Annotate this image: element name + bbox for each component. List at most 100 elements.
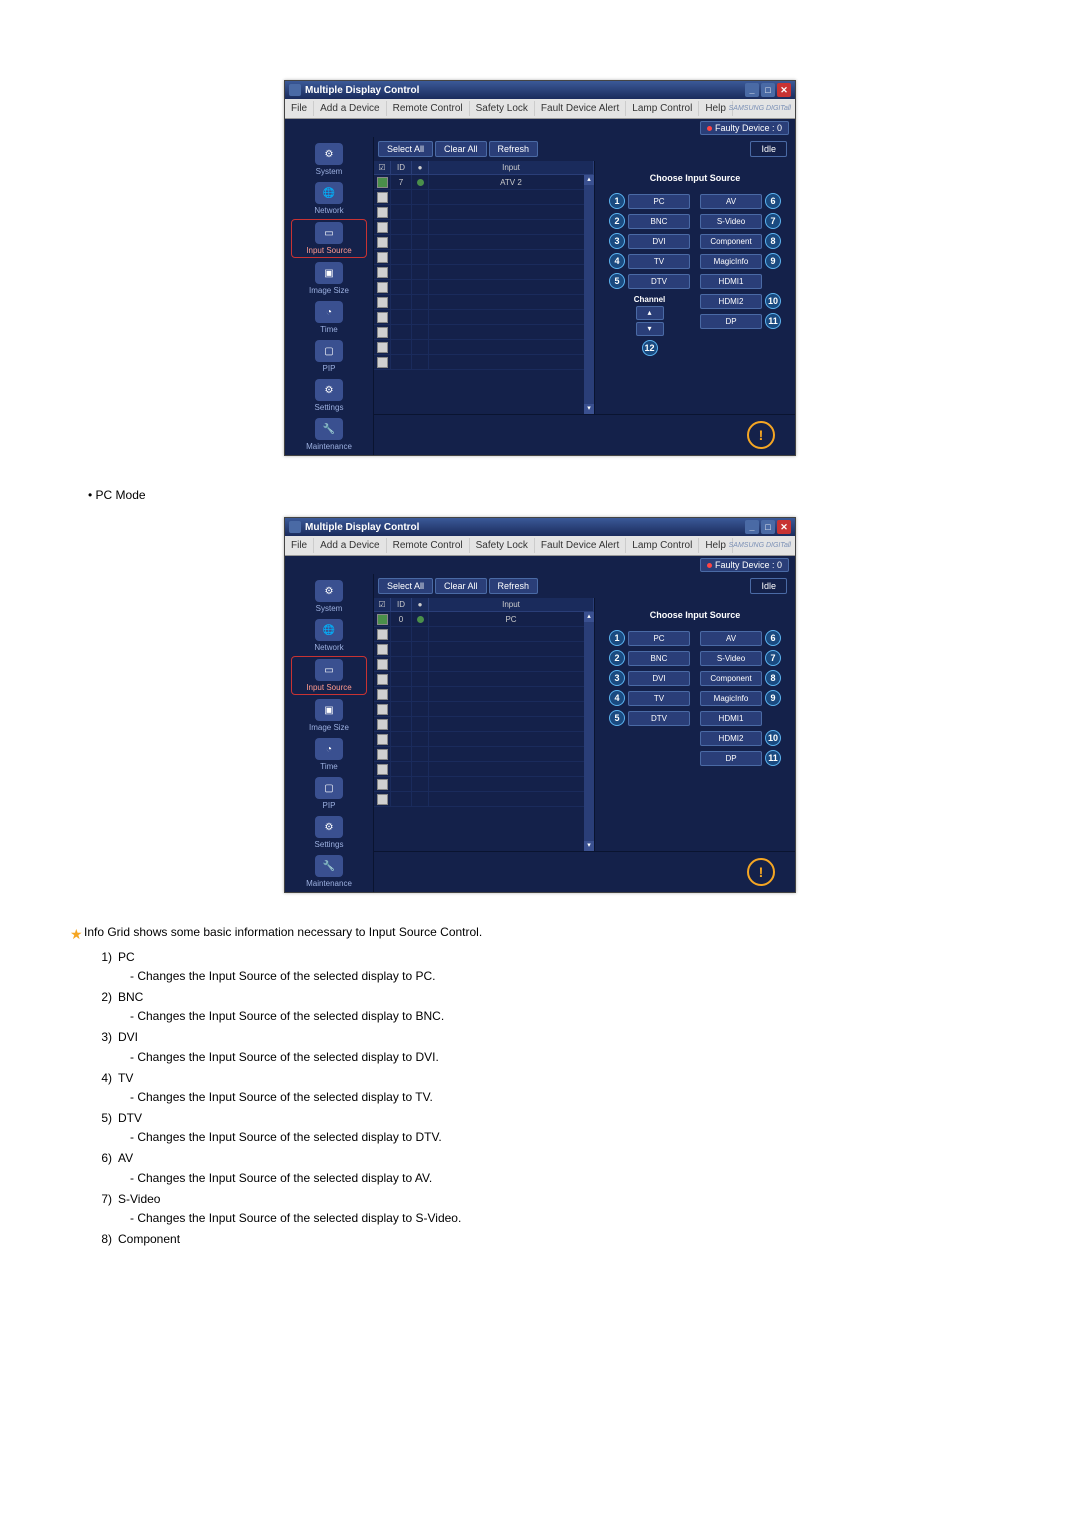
svideo-button[interactable]: S-Video <box>700 651 762 666</box>
bnc-button[interactable]: BNC <box>628 651 690 666</box>
sidebar-image-size[interactable]: ▣Image Size <box>292 260 366 297</box>
maximize-button[interactable]: □ <box>761 83 775 97</box>
sidebar-input-source[interactable]: ▭Input Source <box>291 219 367 258</box>
menu-fault-alert[interactable]: Fault Device Alert <box>535 101 626 116</box>
row-checkbox[interactable] <box>377 659 388 670</box>
scroll-down-icon[interactable]: ▾ <box>584 404 594 414</box>
minimize-button[interactable]: _ <box>745 520 759 534</box>
hdmi2-button[interactable]: HDMI2 <box>700 731 762 746</box>
refresh-button[interactable]: Refresh <box>489 578 539 594</box>
row-checkbox[interactable] <box>377 629 388 640</box>
hdmi1-button[interactable]: HDMI1 <box>700 274 762 289</box>
row-checkbox[interactable] <box>377 689 388 700</box>
component-button[interactable]: Component <box>700 671 762 686</box>
dvi-button[interactable]: DVI <box>628 234 690 249</box>
grid-row[interactable]: 7 ATV 2 <box>374 175 594 190</box>
row-checkbox[interactable] <box>377 749 388 760</box>
menu-remote-control[interactable]: Remote Control <box>387 101 470 116</box>
scroll-down-icon[interactable]: ▾ <box>584 841 594 851</box>
menu-fault-alert[interactable]: Fault Device Alert <box>535 538 626 553</box>
menu-file[interactable]: File <box>285 538 314 553</box>
sidebar-network[interactable]: 🌐Network <box>292 617 366 654</box>
row-checkbox[interactable] <box>377 222 388 233</box>
channel-down-button[interactable]: ▾ <box>636 322 664 336</box>
sidebar-pip[interactable]: ▢PIP <box>292 775 366 812</box>
close-button[interactable]: ✕ <box>777 83 791 97</box>
menu-lamp-control[interactable]: Lamp Control <box>626 101 699 116</box>
clear-all-button[interactable]: Clear All <box>435 141 487 157</box>
row-checkbox[interactable] <box>377 282 388 293</box>
pc-button[interactable]: PC <box>628 631 690 646</box>
sidebar-time[interactable]: ◔Time <box>292 299 366 336</box>
pc-button[interactable]: PC <box>628 194 690 209</box>
refresh-button[interactable]: Refresh <box>489 141 539 157</box>
tv-button[interactable]: TV <box>628 254 690 269</box>
menu-safety-lock[interactable]: Safety Lock <box>470 538 535 553</box>
clear-all-button[interactable]: Clear All <box>435 578 487 594</box>
grid-row[interactable]: 0 PC <box>374 612 594 627</box>
menu-add-device[interactable]: Add a Device <box>314 538 386 553</box>
grid-header-status[interactable]: ● <box>412 598 429 611</box>
grid-header-status[interactable]: ● <box>412 161 429 174</box>
row-checkbox[interactable] <box>377 614 388 625</box>
menu-lamp-control[interactable]: Lamp Control <box>626 538 699 553</box>
dp-button[interactable]: DP <box>700 314 762 329</box>
svideo-button[interactable]: S-Video <box>700 214 762 229</box>
select-all-button[interactable]: Select All <box>378 141 433 157</box>
hdmi1-button[interactable]: HDMI1 <box>700 711 762 726</box>
row-checkbox[interactable] <box>377 192 388 203</box>
menu-remote-control[interactable]: Remote Control <box>387 538 470 553</box>
dvi-button[interactable]: DVI <box>628 671 690 686</box>
scroll-up-icon[interactable]: ▴ <box>584 612 594 622</box>
close-button[interactable]: ✕ <box>777 520 791 534</box>
row-checkbox[interactable] <box>377 644 388 655</box>
bnc-button[interactable]: BNC <box>628 214 690 229</box>
grid-header-check[interactable]: ☑ <box>374 161 391 174</box>
row-checkbox[interactable] <box>377 177 388 188</box>
magicinfo-button[interactable]: MagicInfo <box>700 691 762 706</box>
menu-file[interactable]: File <box>285 101 314 116</box>
row-checkbox[interactable] <box>377 674 388 685</box>
channel-up-button[interactable]: ▴ <box>636 306 664 320</box>
av-button[interactable]: AV <box>700 631 762 646</box>
row-checkbox[interactable] <box>377 779 388 790</box>
row-checkbox[interactable] <box>377 719 388 730</box>
sidebar-network[interactable]: 🌐Network <box>292 180 366 217</box>
av-button[interactable]: AV <box>700 194 762 209</box>
row-checkbox[interactable] <box>377 267 388 278</box>
row-checkbox[interactable] <box>377 252 388 263</box>
row-checkbox[interactable] <box>377 237 388 248</box>
row-checkbox[interactable] <box>377 297 388 308</box>
row-checkbox[interactable] <box>377 357 388 368</box>
grid-header-id[interactable]: ID <box>391 161 412 174</box>
sidebar-system[interactable]: ⚙System <box>292 141 366 178</box>
sidebar-maintenance[interactable]: 🔧Maintenance <box>292 853 366 890</box>
minimize-button[interactable]: _ <box>745 83 759 97</box>
row-checkbox[interactable] <box>377 342 388 353</box>
row-checkbox[interactable] <box>377 734 388 745</box>
sidebar-pip[interactable]: ▢PIP <box>292 338 366 375</box>
menu-safety-lock[interactable]: Safety Lock <box>470 101 535 116</box>
grid-header-input[interactable]: Input <box>429 598 594 611</box>
tv-button[interactable]: TV <box>628 691 690 706</box>
sidebar-settings[interactable]: ⚙Settings <box>292 377 366 414</box>
sidebar-maintenance[interactable]: 🔧Maintenance <box>292 416 366 453</box>
select-all-button[interactable]: Select All <box>378 578 433 594</box>
row-checkbox[interactable] <box>377 764 388 775</box>
maximize-button[interactable]: □ <box>761 520 775 534</box>
sidebar-image-size[interactable]: ▣Image Size <box>292 697 366 734</box>
row-checkbox[interactable] <box>377 207 388 218</box>
dtv-button[interactable]: DTV <box>628 711 690 726</box>
row-checkbox[interactable] <box>377 312 388 323</box>
component-button[interactable]: Component <box>700 234 762 249</box>
grid-scrollbar[interactable]: ▴▾ <box>584 612 594 851</box>
magicinfo-button[interactable]: MagicInfo <box>700 254 762 269</box>
sidebar-input-source[interactable]: ▭Input Source <box>291 656 367 695</box>
row-checkbox[interactable] <box>377 327 388 338</box>
hdmi2-button[interactable]: HDMI2 <box>700 294 762 309</box>
dtv-button[interactable]: DTV <box>628 274 690 289</box>
grid-header-input[interactable]: Input <box>429 161 594 174</box>
grid-scrollbar[interactable]: ▴▾ <box>584 175 594 414</box>
menu-add-device[interactable]: Add a Device <box>314 101 386 116</box>
dp-button[interactable]: DP <box>700 751 762 766</box>
